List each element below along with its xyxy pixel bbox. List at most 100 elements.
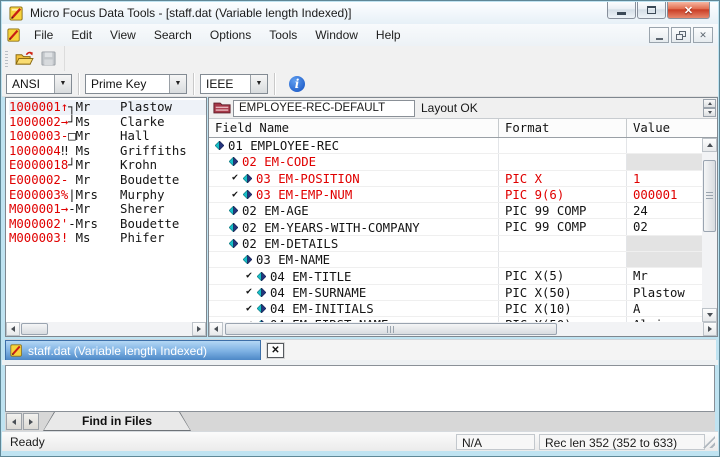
info-button[interactable]: i [289,76,305,92]
field-name-cell: 03 EM-NAME [209,252,499,267]
record-data: -Mr Sherer [68,202,164,216]
layout-vscrollbar[interactable] [702,138,717,322]
record-name-box[interactable]: EMPLOYEE-REC-DEFAULT [233,100,415,117]
output-tabs-scroll-right-button[interactable] [23,413,39,430]
field-row-em-code[interactable]: 02 EM-CODE [209,154,703,170]
record-key: 1000003- [9,129,68,143]
arrow-left-icon [11,326,15,332]
menu-item-tools[interactable]: Tools [260,25,306,45]
chevron-down-icon[interactable]: ▼ [250,75,267,93]
scroll-thumb[interactable] [225,323,557,335]
output-tab-strip: Find in Files [5,412,715,431]
field-row-em-name[interactable]: 03 EM-NAME [209,252,703,268]
arrow-right-icon [708,326,712,332]
mdi-close-button[interactable]: ✕ [693,27,713,43]
record-data: |Mrs Murphy [68,188,164,202]
combo-value: ANSI [7,75,54,93]
layout-hscrollbar[interactable] [209,322,717,336]
scroll-right-button[interactable] [703,322,717,336]
menu-item-options[interactable]: Options [201,25,260,45]
record-row[interactable]: 1000004‼ Ms Griffiths [9,144,206,159]
arrow-down-icon [707,313,713,317]
field-format-cell: PIC X [499,171,627,186]
scroll-down-button[interactable] [702,308,717,322]
output-panel[interactable] [5,365,715,412]
field-row-em-surname[interactable]: ✔04 EM-SURNAMEPIC X(50)Plastow [209,285,703,301]
mdi-restore-button[interactable] [671,27,691,43]
field-name-text: 01 EMPLOYEE-REC [228,138,339,153]
record-data: Mr Boudette [68,173,179,187]
field-row-em-title[interactable]: ✔04 EM-TITLEPIC X(5)Mr [209,268,703,284]
record-row[interactable]: 1000002→┘Ms Clarke [9,115,206,130]
record-row[interactable]: 1000003-□Mr Hall [9,129,206,144]
scroll-left-button[interactable] [6,322,20,336]
combo-character-set[interactable]: ANSI▼ [6,74,72,94]
status-pane-reclen: Rec len 352 (352 to 633) [539,434,705,450]
menu-item-help[interactable]: Help [367,25,410,45]
arrow-right-icon [29,419,33,425]
arrow-down-icon [708,111,712,114]
menu-bar: FileEditViewSearchOptionsToolsWindowHelp… [2,24,718,46]
mdi-minimize-button[interactable] [649,27,669,43]
field-name-text: 02 EM-DETAILS [242,236,338,251]
field-format-cell [499,252,627,267]
record-row[interactable]: M000002'-Mrs Boudette [9,217,206,232]
field-row-em-age[interactable]: 02 EM-AGEPIC 99 COMP24 [209,203,703,219]
record-key: M000003! [9,231,68,245]
menu-item-window[interactable]: Window [306,25,367,45]
column-format[interactable]: Format [499,119,627,137]
field-row-em-years-with-company[interactable]: 02 EM-YEARS-WITH-COMPANYPIC 99 COMP02 [209,219,703,235]
record-key: E000003% [9,188,68,202]
field-row-em-emp-num[interactable]: ✔03 EM-EMP-NUMPIC 9(6)000001 [209,187,703,203]
record-row[interactable]: 1000001↑┐Mr Plastow [9,100,206,115]
scroll-up-button[interactable] [702,138,717,152]
scroll-left-button[interactable] [209,322,223,336]
record-hscrollbar[interactable] [6,322,206,336]
field-row-em-initials[interactable]: ✔04 EM-INITIALSPIC X(10)A [209,301,703,317]
field-format-cell [499,138,627,153]
scroll-thumb[interactable] [703,160,716,232]
output-tabs-scroll-left-button[interactable] [6,413,22,430]
minimize-button[interactable] [607,2,636,19]
record-row[interactable]: E0000018┘Mr Krohn [9,158,206,173]
spin-down-button[interactable] [703,108,716,117]
chevron-down-icon[interactable]: ▼ [54,75,71,93]
app-window: Micro Focus Data Tools - [staff.dat (Var… [0,0,720,457]
field-value-cell: 24 [627,203,703,218]
check-icon: ✔ [246,304,257,314]
record-row[interactable]: E000003%|Mrs Murphy [9,188,206,203]
menu-item-file[interactable]: File [25,25,62,45]
open-file-button[interactable] [13,49,35,69]
field-row-em-position[interactable]: ✔03 EM-POSITIONPIC X1 [209,171,703,187]
combo-float-format[interactable]: IEEE▼ [200,74,268,94]
document-tab-bar: staff.dat (Variable length Indexed) ✕ [5,339,716,360]
record-row[interactable]: M000001→-Mr Sherer [9,202,206,217]
menu-item-edit[interactable]: Edit [62,25,101,45]
record-row[interactable]: M000003! Ms Phifer [9,231,206,246]
spin-up-button[interactable] [703,99,716,108]
toolbar-grip[interactable] [5,51,8,67]
column-value[interactable]: Value [627,119,703,137]
menu-item-search[interactable]: Search [145,25,201,45]
field-row-em-details[interactable]: 02 EM-DETAILS [209,236,703,252]
status-pane-na: N/A [456,434,535,450]
document-tab-close-button[interactable]: ✕ [267,343,284,358]
scroll-right-button[interactable] [192,322,206,336]
maximize-button[interactable] [637,2,666,19]
tab-find-in-files[interactable]: Find in Files [44,412,190,430]
record-row[interactable]: E000002- Mr Boudette [9,173,206,188]
menu-item-view[interactable]: View [101,25,145,45]
record-data: Ms Phifer [68,231,164,245]
field-format-cell [499,236,627,251]
arrow-right-icon [197,326,201,332]
column-field-name[interactable]: Field Name [209,119,499,137]
field-row-employee-rec[interactable]: 01 EMPLOYEE-REC [209,138,703,154]
scroll-thumb[interactable] [21,323,48,335]
combo-key[interactable]: Prime Key▼ [85,74,187,94]
record-layout-header: EMPLOYEE-REC-DEFAULT Layout OK [209,98,717,119]
chevron-down-icon[interactable]: ▼ [169,75,186,93]
save-button[interactable] [37,49,59,69]
mdi-controls: ✕ [647,27,713,43]
close-button[interactable]: ✕ [667,2,710,19]
document-tab[interactable]: staff.dat (Variable length Indexed) [5,340,261,361]
